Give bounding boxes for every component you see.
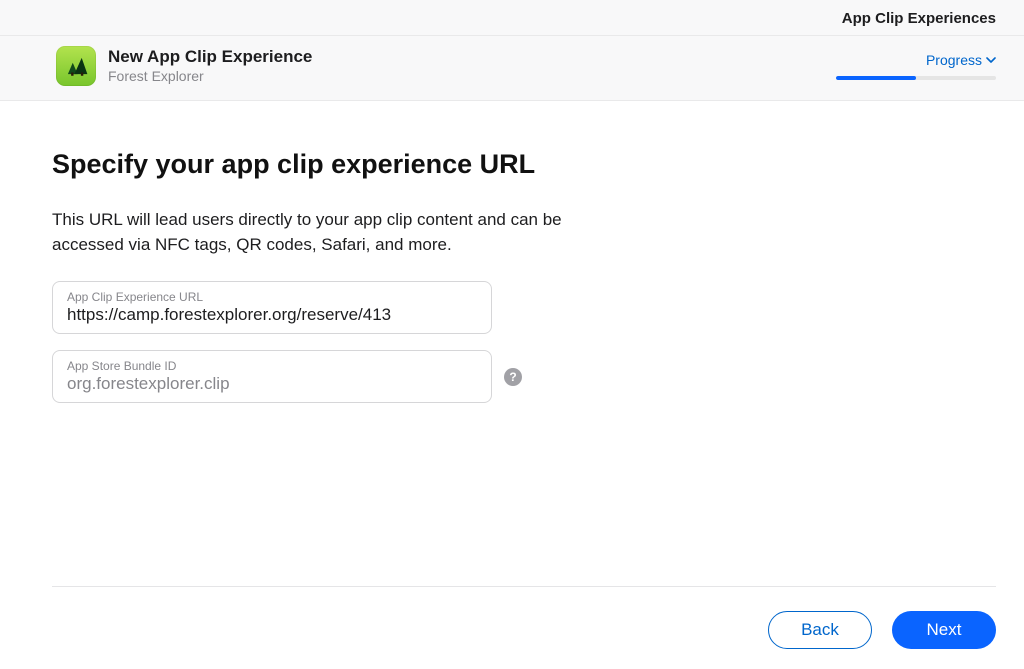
bundle-id-field-row: App Store Bundle ID ?: [52, 350, 972, 403]
top-bar: App Clip Experiences New App Clip Experi…: [0, 0, 1024, 101]
url-field-container: App Clip Experience URL: [52, 281, 492, 334]
progress-label: Progress: [926, 52, 982, 68]
bundle-id-input: [67, 374, 477, 394]
chevron-down-icon: [986, 55, 996, 65]
footer-divider: [52, 586, 996, 587]
app-subtitle: Forest Explorer: [108, 67, 836, 85]
url-field-row: App Clip Experience URL: [52, 281, 972, 334]
progress-bar-fill: [836, 76, 916, 80]
progress-area: Progress: [836, 52, 996, 80]
section-description: This URL will lead users directly to you…: [52, 208, 612, 257]
url-field-label: App Clip Experience URL: [67, 290, 477, 304]
progress-bar: [836, 76, 996, 80]
breadcrumb-row: App Clip Experiences: [0, 0, 1024, 35]
main-content: Specify your app clip experience URL Thi…: [0, 101, 1024, 439]
back-button[interactable]: Back: [768, 611, 872, 649]
footer: Back Next: [52, 586, 996, 649]
breadcrumb[interactable]: App Clip Experiences: [842, 10, 996, 27]
next-button[interactable]: Next: [892, 611, 996, 649]
bundle-id-field-container: App Store Bundle ID: [52, 350, 492, 403]
footer-buttons: Back Next: [52, 611, 996, 649]
app-clip-url-input[interactable]: [67, 305, 477, 325]
progress-toggle[interactable]: Progress: [926, 52, 996, 68]
section-heading: Specify your app clip experience URL: [52, 149, 972, 180]
bundle-id-field-label: App Store Bundle ID: [67, 359, 477, 373]
forest-app-icon: [63, 53, 89, 79]
page-title: New App Clip Experience: [108, 47, 836, 67]
app-meta: New App Clip Experience Forest Explorer: [108, 47, 836, 86]
app-icon: [56, 46, 96, 86]
help-icon[interactable]: ?: [504, 368, 522, 386]
header-row: New App Clip Experience Forest Explorer …: [0, 35, 1024, 100]
